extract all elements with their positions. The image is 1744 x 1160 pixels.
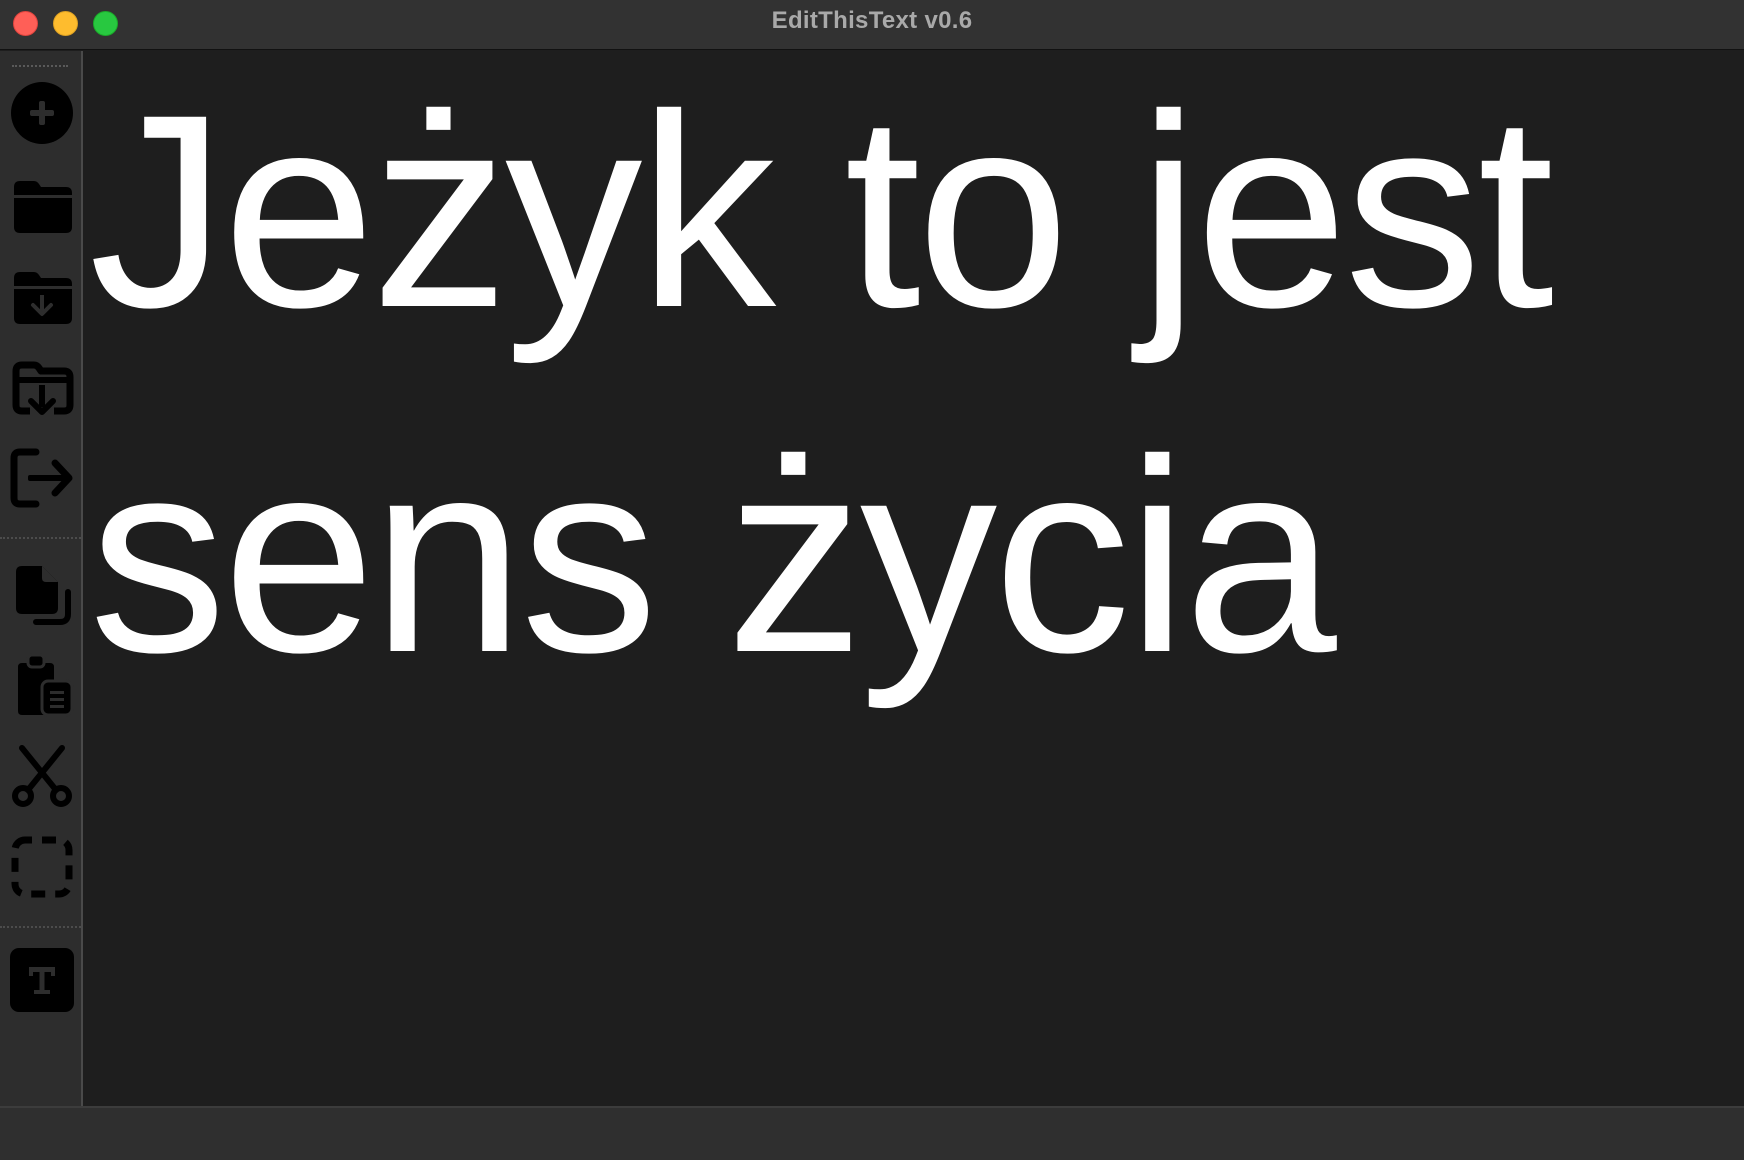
cut-button[interactable] — [10, 744, 74, 808]
folder-download-icon — [14, 272, 72, 324]
open-button[interactable] — [10, 173, 74, 237]
status-bar — [0, 1106, 1744, 1160]
folder-save-as-icon — [12, 361, 74, 415]
app-window: EditThisText v0.6 Jeżyk to jest sens życ… — [0, 0, 1744, 1160]
toolbar-grip[interactable] — [12, 65, 68, 67]
text-editor-area[interactable]: Jeżyk to jest sens życia — [85, 51, 1744, 1106]
dashed-selection-icon — [11, 836, 73, 898]
font-button[interactable] — [10, 948, 74, 1012]
clipboard-icon — [18, 653, 74, 717]
export-button[interactable] — [10, 446, 74, 510]
window-title: EditThisText v0.6 — [771, 7, 973, 34]
save-button[interactable] — [10, 264, 74, 328]
copy-icon — [16, 566, 71, 625]
toolbar-sidebar — [0, 51, 83, 1106]
scissors-icon — [12, 745, 72, 807]
paste-button[interactable] — [10, 653, 74, 717]
save-as-button[interactable] — [10, 355, 74, 419]
editor-text[interactable]: Jeżyk to jest sens życia — [89, 51, 1744, 729]
select-all-button[interactable] — [10, 835, 74, 899]
toolbar-divider — [0, 926, 81, 928]
toolbar-divider — [0, 537, 81, 539]
export-arrow-icon — [10, 448, 73, 508]
folder-icon — [14, 181, 72, 233]
copy-button[interactable] — [10, 562, 74, 626]
title-bar[interactable]: EditThisText v0.6 — [0, 0, 1744, 50]
new-button[interactable] — [10, 81, 74, 145]
plus-circle-icon — [11, 82, 73, 144]
text-format-icon — [10, 948, 74, 1012]
